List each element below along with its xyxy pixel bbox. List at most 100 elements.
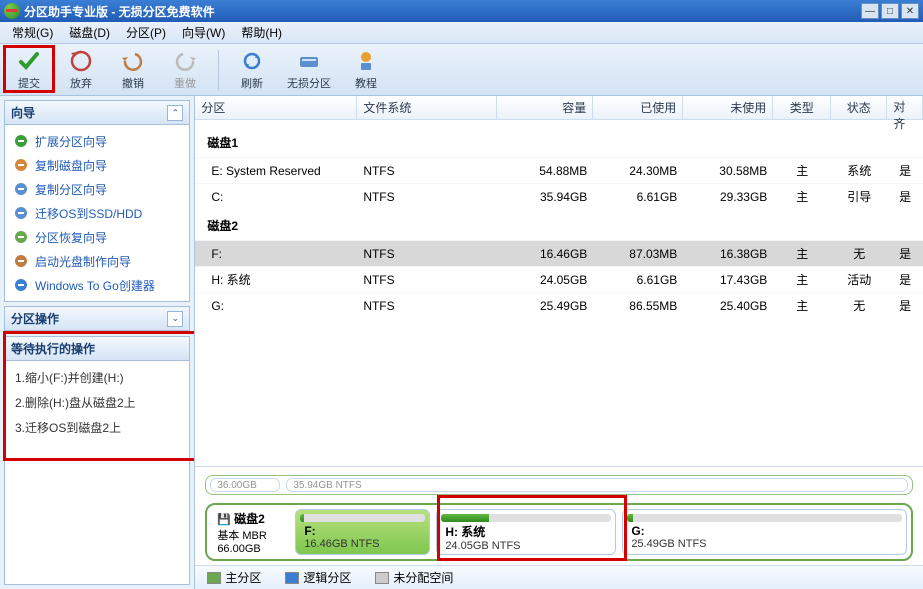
table-cell: 54.88MB [497, 164, 593, 178]
table-row[interactable]: G:NTFS25.49GB86.55MB25.40GB主无是 [195, 292, 923, 318]
pending-op-item: 1.缩小(F:)并创建(H:) [15, 369, 179, 386]
pending-ops-title: 等待执行的操作 [11, 340, 95, 357]
table-cell: 主 [773, 271, 831, 288]
table-cell: 29.33GB [683, 190, 773, 204]
legend-logical: 逻辑分区 [285, 569, 351, 586]
wizard-icon [13, 181, 29, 197]
menu-partition[interactable]: 分区(P) [118, 22, 174, 43]
partition-list: 磁盘1E: System ReservedNTFS54.88MB24.30MB3… [195, 120, 923, 466]
toolbar-separator [218, 50, 219, 90]
chevron-down-icon[interactable]: ⌄ [167, 311, 183, 327]
swatch-primary-icon [207, 572, 221, 584]
wizard-item[interactable]: 复制分区向导 [5, 177, 189, 201]
refresh-button[interactable]: 刷新 [229, 46, 275, 94]
col-used[interactable]: 已使用 [593, 96, 683, 119]
disk2-size: 66.00GB [217, 543, 289, 555]
menu-general[interactable]: 常规(G) [4, 22, 61, 43]
menu-help[interactable]: 帮助(H) [233, 22, 290, 43]
wizard-item[interactable]: 迁移OS到SSD/HDD [5, 201, 189, 225]
table-cell: 24.05GB [497, 273, 593, 287]
wizard-item-label: 复制分区向导 [35, 181, 107, 198]
table-row[interactable]: C:NTFS35.94GB6.61GB29.33GB主引导是 [195, 183, 923, 209]
close-button[interactable]: ✕ [901, 3, 919, 19]
swatch-logical-icon [285, 572, 299, 584]
table-cell: 25.40GB [683, 299, 773, 313]
wizard-item[interactable]: 复制磁盘向导 [5, 153, 189, 177]
chevron-up-icon[interactable]: ⌃ [167, 105, 183, 121]
table-cell: 16.46GB [497, 247, 593, 261]
partition-ops-header[interactable]: 分区操作 ⌄ [5, 307, 189, 331]
wizards-panel-header[interactable]: 向导 ⌃ [5, 101, 189, 125]
wizard-icon [13, 277, 29, 293]
check-icon [17, 49, 41, 73]
col-type[interactable]: 类型 [773, 96, 831, 119]
table-row[interactable]: E: System ReservedNTFS54.88MB24.30MB30.5… [195, 157, 923, 183]
wizard-icon [13, 133, 29, 149]
table-row[interactable]: F:NTFS16.46GB87.03MB16.38GB主无是 [195, 240, 923, 266]
wizard-item-label: 扩展分区向导 [35, 133, 107, 150]
legend: 主分区 逻辑分区 未分配空间 [195, 565, 923, 589]
wizard-icon [13, 253, 29, 269]
table-header: 分区 文件系统 容量 已使用 未使用 类型 状态 4KB对齐 [195, 96, 923, 120]
table-cell: NTFS [357, 273, 497, 287]
refresh-icon [240, 49, 264, 73]
table-cell: G: [195, 299, 357, 313]
table-cell: 30.58MB [683, 164, 773, 178]
disk-icon [297, 49, 321, 73]
table-cell: NTFS [357, 190, 497, 204]
partition-g-name: G: [631, 524, 898, 538]
disk1-strip-truncated: 36.00GB 35.94GB NTFS [205, 475, 913, 495]
table-row[interactable]: H: 系统NTFS24.05GB6.61GB17.43GB主活动是 [195, 266, 923, 292]
partition-block-g[interactable]: G: 25.49GB NTFS [622, 509, 907, 555]
pending-ops-panel: 等待执行的操作 1.缩小(F:)并创建(H:)2.删除(H:)盘从磁盘2上3.迁… [4, 336, 190, 585]
col-unused[interactable]: 未使用 [683, 96, 773, 119]
partition-f-name: F: [304, 524, 421, 538]
col-filesystem[interactable]: 文件系统 [357, 96, 497, 119]
col-status[interactable]: 状态 [831, 96, 887, 119]
table-cell: 系统 [831, 162, 887, 179]
table-cell: F: [195, 247, 357, 261]
toolbar: 提交 放弃 撤销 重做 刷新 无损分区 教程 [0, 44, 923, 96]
menu-disk[interactable]: 磁盘(D) [61, 22, 118, 43]
wizard-icon [13, 157, 29, 173]
disk2-name: 磁盘2 [234, 512, 265, 526]
wizard-item[interactable]: 启动光盘制作向导 [5, 249, 189, 273]
maximize-button[interactable]: □ [881, 3, 899, 19]
tutorial-icon [354, 49, 378, 73]
table-cell: 是 [887, 188, 923, 205]
tutorial-button[interactable]: 教程 [343, 46, 389, 94]
table-cell: 是 [887, 271, 923, 288]
menu-wizard[interactable]: 向导(W) [174, 22, 233, 43]
title-bar: 分区助手专业版 - 无损分区免费软件 — □ ✕ [0, 0, 923, 22]
redo-icon [173, 49, 197, 73]
pending-ops-header[interactable]: 等待执行的操作 [5, 337, 189, 361]
wizard-item[interactable]: 扩展分区向导 [5, 129, 189, 153]
table-cell: 主 [773, 188, 831, 205]
partition-block-h[interactable]: H: 系统 24.05GB NTFS [436, 509, 616, 555]
wizard-item-label: 迁移OS到SSD/HDD [35, 205, 142, 222]
redo-button: 重做 [162, 46, 208, 94]
partition-g-sub: 25.49GB NTFS [631, 538, 898, 550]
wizard-item-label: 分区恢复向导 [35, 229, 107, 246]
wizard-item-label: 复制磁盘向导 [35, 157, 107, 174]
undo-button[interactable]: 撤销 [110, 46, 156, 94]
table-cell: 主 [773, 245, 831, 262]
minimize-button[interactable]: — [861, 3, 879, 19]
commit-button[interactable]: 提交 [6, 46, 52, 94]
disk2-strip: 💾 磁盘2 基本 MBR 66.00GB F: 16.46GB NTFS H: … [205, 503, 913, 561]
disk2-type: 基本 MBR [217, 527, 289, 543]
disk2-info: 💾 磁盘2 基本 MBR 66.00GB [211, 509, 289, 555]
partition-block-f[interactable]: F: 16.46GB NTFS [295, 509, 430, 555]
table-cell: 86.55MB [593, 299, 683, 313]
window-title: 分区助手专业版 - 无损分区免费软件 [24, 3, 861, 20]
col-align[interactable]: 4KB对齐 [887, 96, 923, 119]
col-capacity[interactable]: 容量 [497, 96, 593, 119]
pending-op-item: 3.迁移OS到磁盘2上 [15, 419, 179, 436]
table-cell: 是 [887, 245, 923, 262]
col-partition[interactable]: 分区 [195, 96, 357, 119]
safe-partition-button[interactable]: 无损分区 [281, 46, 337, 94]
wizard-item[interactable]: Windows To Go创建器 [5, 273, 189, 297]
discard-button[interactable]: 放弃 [58, 46, 104, 94]
table-cell: NTFS [357, 247, 497, 261]
wizard-item[interactable]: 分区恢复向导 [5, 225, 189, 249]
